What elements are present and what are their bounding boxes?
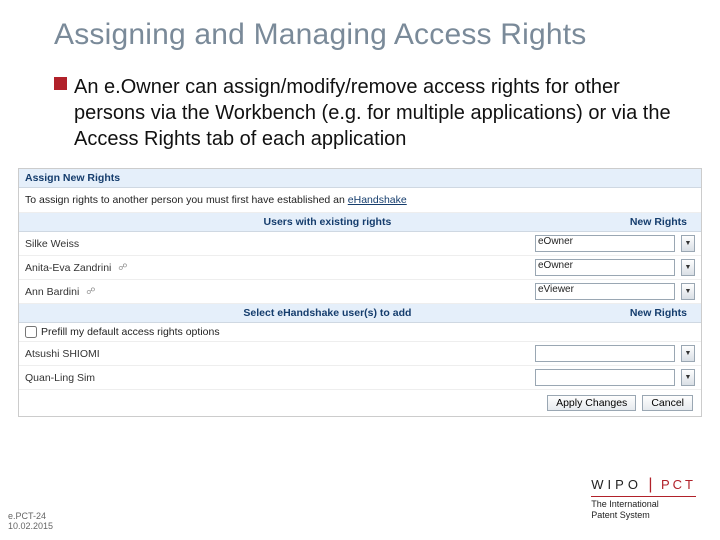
add-user-name: Quan-Ling Sim: [25, 372, 495, 384]
slide-body: An e.Owner can assign/modify/remove acce…: [0, 52, 720, 152]
screenshot-panel: Assign New Rights To assign rights to an…: [18, 168, 702, 417]
role-select[interactable]: [535, 345, 675, 362]
prefill-row: Prefill my default access rights options: [19, 323, 701, 342]
wipo-logo-text: WIPO: [591, 477, 642, 492]
add-user-row: Atsushi SHIOMI ▼: [19, 342, 701, 366]
assign-new-rights-header: Assign New Rights: [19, 169, 701, 188]
assign-info-text: To assign rights to another person you m…: [25, 194, 348, 206]
footer-divider: [591, 496, 696, 497]
chevron-down-icon[interactable]: ▼: [681, 235, 695, 252]
user-badge-icon: ☍: [86, 286, 95, 297]
chevron-down-icon[interactable]: ▼: [681, 283, 695, 300]
button-row: Apply Changes Cancel: [19, 390, 701, 416]
slide: Assigning and Managing Access Rights An …: [0, 0, 720, 540]
add-user-row: Quan-Ling Sim ▼: [19, 366, 701, 390]
role-select[interactable]: [535, 369, 675, 386]
assign-new-rights-label: Assign New Rights: [25, 172, 120, 184]
role-select[interactable]: eOwner: [535, 235, 675, 252]
role-select[interactable]: eViewer: [535, 283, 675, 300]
user-row: Ann Bardini ☍ eViewer ▼: [19, 280, 701, 304]
select-users-label: Select eHandshake user(s) to add: [25, 307, 630, 319]
footer-tagline-1: The International: [591, 499, 696, 509]
select-users-rights-label: New Rights: [630, 307, 695, 319]
pct-logo-text: PCT: [661, 477, 696, 492]
bullet-icon: [54, 77, 67, 90]
add-user-name: Atsushi SHIOMI: [25, 348, 495, 360]
user-row: Anita-Eva Zandrini ☍ eOwner ▼: [19, 256, 701, 280]
user-name: Silke Weiss: [25, 238, 495, 250]
prefill-checkbox[interactable]: [25, 326, 37, 338]
user-name: Ann Bardini ☍: [25, 286, 495, 298]
existing-users-label: Users with existing rights: [25, 216, 630, 228]
footer-right: WIPO | PCT The International Patent Syst…: [591, 476, 696, 520]
chevron-down-icon[interactable]: ▼: [681, 369, 695, 386]
user-name: Anita-Eva Zandrini ☍: [25, 262, 495, 274]
slide-title: Assigning and Managing Access Rights: [0, 18, 720, 52]
existing-users-rights-label: New Rights: [630, 216, 695, 228]
bullet-text: An e.Owner can assign/modify/remove acce…: [74, 74, 680, 152]
select-users-header: Select eHandshake user(s) to add New Rig…: [19, 304, 701, 323]
apply-changes-button[interactable]: Apply Changes: [547, 395, 636, 411]
chevron-down-icon[interactable]: ▼: [681, 259, 695, 276]
prefill-label: Prefill my default access rights options: [41, 326, 220, 338]
user-badge-icon: ☍: [118, 262, 127, 273]
assign-info-row: To assign rights to another person you m…: [19, 188, 701, 213]
chevron-down-icon[interactable]: ▼: [681, 345, 695, 362]
user-row: Silke Weiss eOwner ▼: [19, 232, 701, 256]
role-select[interactable]: eOwner: [535, 259, 675, 276]
ehandshake-link[interactable]: eHandshake: [348, 194, 407, 206]
footer-tagline-2: Patent System: [591, 510, 696, 520]
existing-users-header: Users with existing rights New Rights: [19, 213, 701, 232]
cancel-button[interactable]: Cancel: [642, 395, 693, 411]
pipe-icon: |: [648, 476, 652, 493]
doc-date: 10.02.2015: [8, 522, 53, 532]
footer-left: e.PCT-24 10.02.2015: [8, 512, 53, 532]
